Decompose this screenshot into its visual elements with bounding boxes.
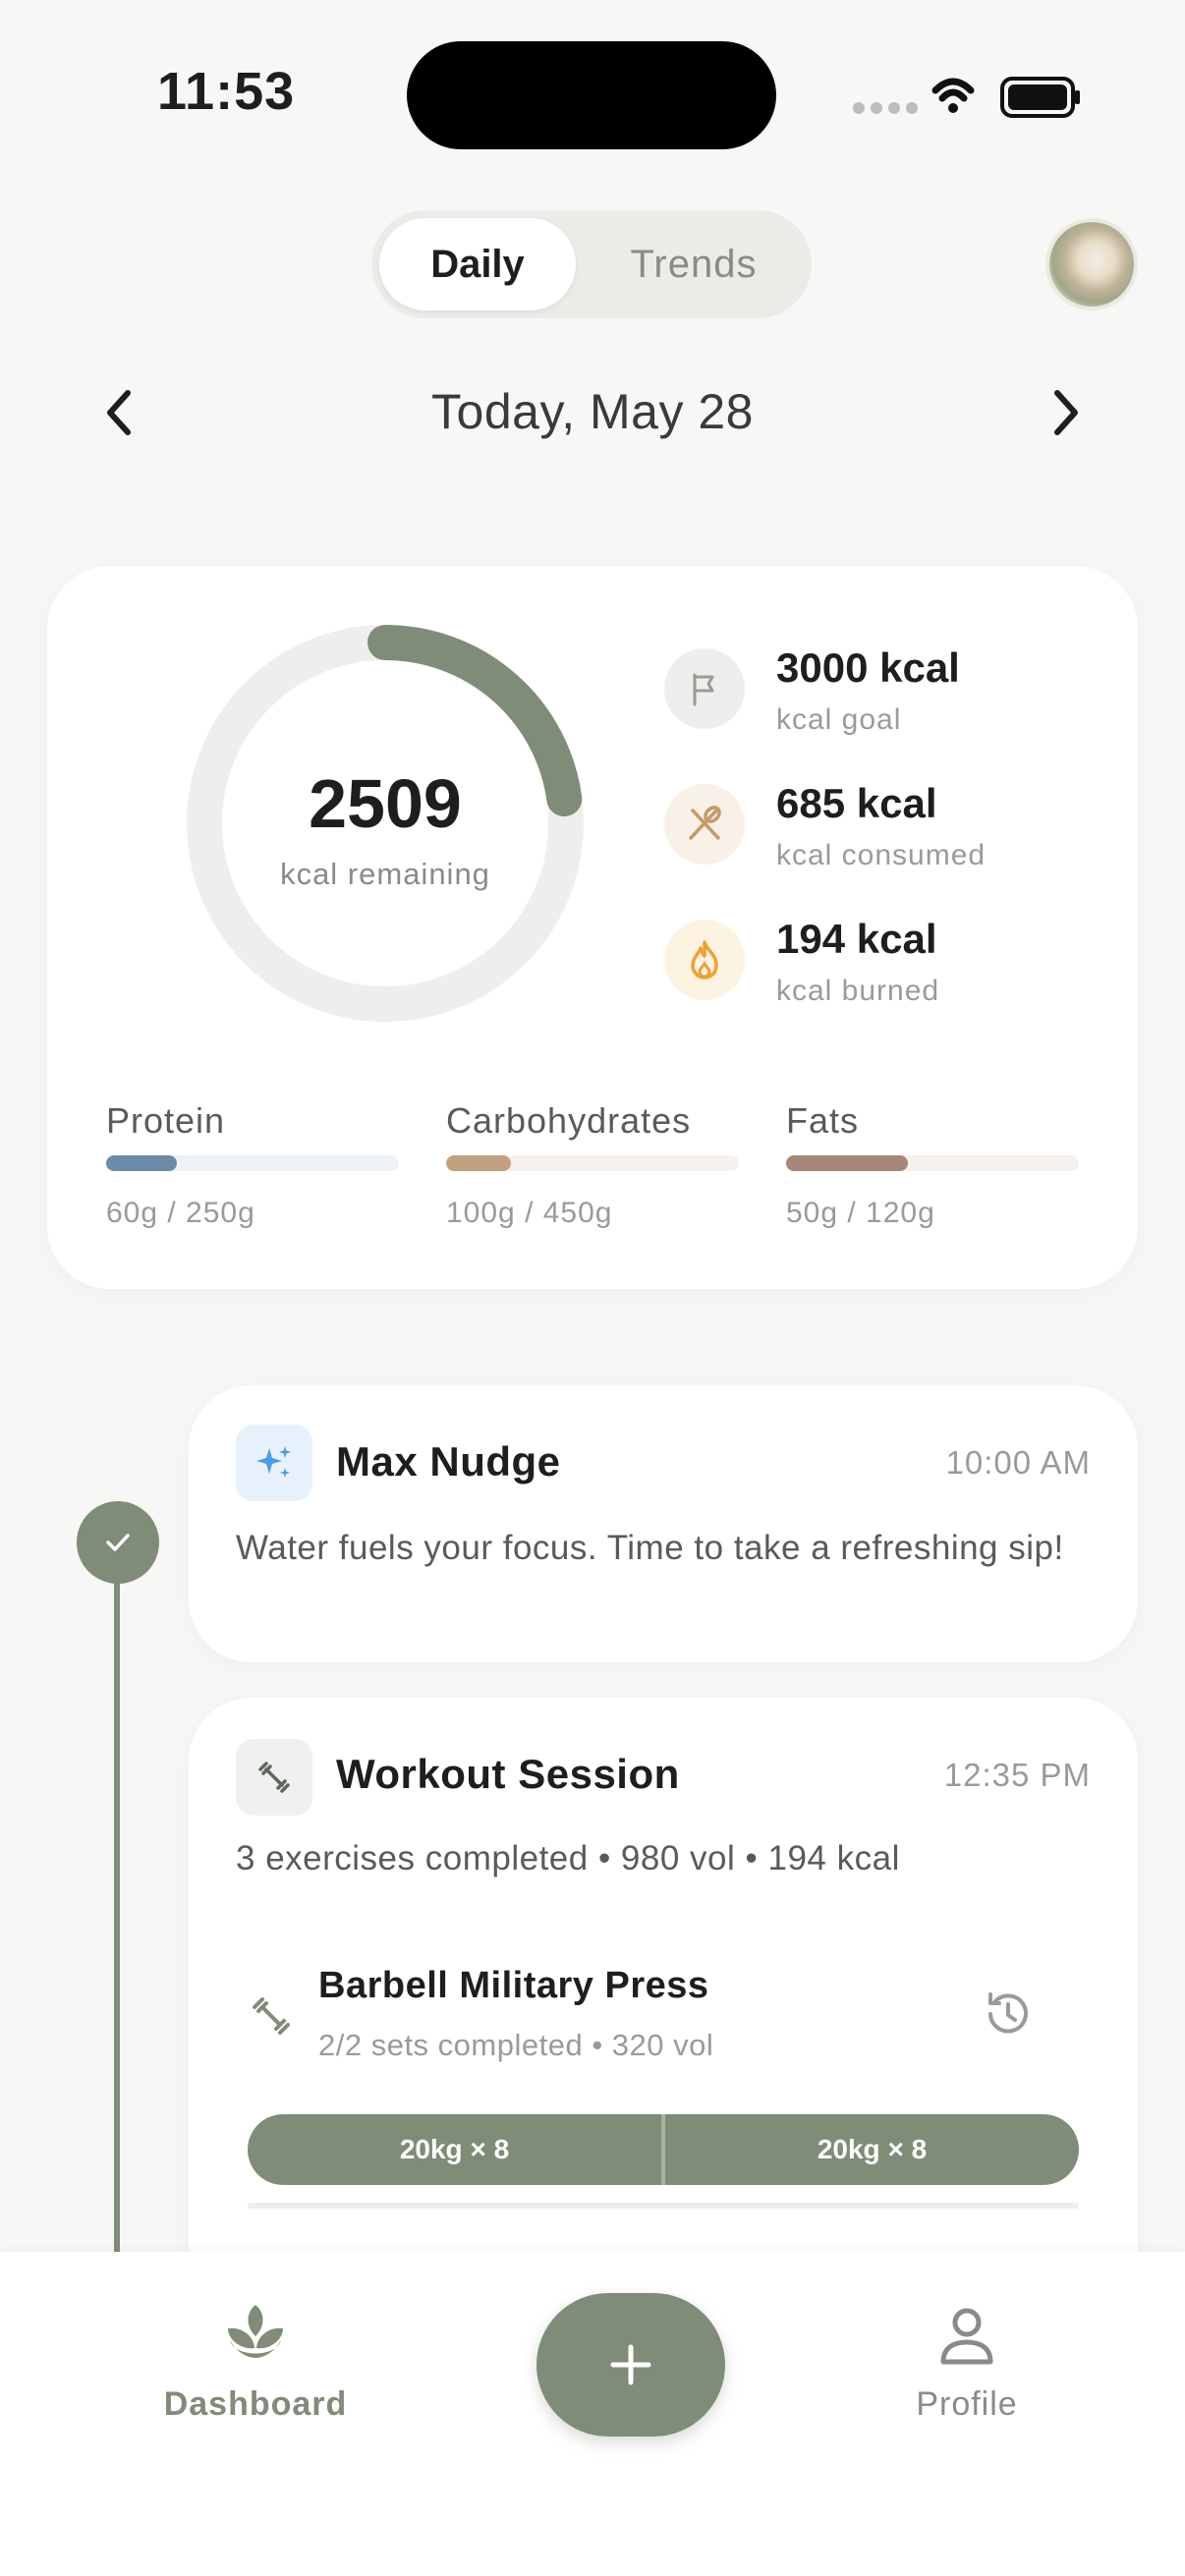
previous-day-button[interactable] (94, 383, 141, 442)
set-chip[interactable]: 20kg × 8 (248, 2114, 661, 2185)
person-icon[interactable] (931, 2301, 1002, 2372)
status-icons (847, 69, 1083, 124)
next-day-button[interactable] (1044, 383, 1091, 442)
add-button[interactable] (536, 2293, 725, 2436)
consumed-value: 685 kcal (776, 780, 937, 826)
macro-carbs-fill (446, 1155, 512, 1171)
macro-carbs-name: Carbohydrates (446, 1100, 692, 1141)
dumbbell-icon (236, 1739, 312, 1816)
signal-icon (853, 102, 918, 114)
kcal-remaining-label: kcal remaining (280, 857, 490, 891)
status-time: 11:53 (157, 62, 296, 121)
burned-value: 194 kcal (776, 916, 937, 962)
burned-label: kcal burned (776, 975, 940, 1007)
nav-dashboard[interactable]: Dashboard (157, 2385, 354, 2424)
divider (248, 2203, 1079, 2209)
sparkle-icon (236, 1425, 312, 1501)
chevron-right-icon (1054, 390, 1078, 435)
consumed-label: kcal consumed (776, 839, 987, 871)
nav-profile[interactable]: Profile (869, 2385, 1065, 2424)
macro-protein-track (106, 1155, 399, 1171)
tab-daily[interactable]: Daily (379, 218, 576, 310)
dumbbell-icon (240, 1985, 303, 2047)
timeline-check-icon (77, 1501, 159, 1584)
dynamic-island (407, 41, 776, 149)
date-title: Today, May 28 (431, 384, 754, 439)
kcal-remaining-value: 2509 (309, 765, 462, 842)
goal-label: kcal goal (776, 703, 902, 736)
macro-protein-value: 60g / 250g (106, 1197, 255, 1229)
exercise-title[interactable]: Barbell Military Press (318, 1965, 709, 2007)
nudge-title: Max Nudge (336, 1438, 561, 1484)
macro-carbs-track (446, 1155, 739, 1171)
macro-protein-fill (106, 1155, 177, 1171)
macro-protein-name: Protein (106, 1100, 226, 1141)
workout-time: 12:35 PM (943, 1757, 1091, 1793)
wifi-icon (931, 78, 975, 113)
exercise-subtitle: 2/2 sets completed • 320 vol (318, 2028, 714, 2062)
tab-trends[interactable]: Trends (590, 218, 798, 310)
history-icon[interactable] (979, 1985, 1038, 2044)
chevron-left-icon (107, 390, 131, 435)
macro-fats-value: 50g / 120g (786, 1197, 935, 1229)
workout-summary: 3 exercises completed • 980 vol • 194 kc… (236, 1839, 900, 1877)
plus-icon (610, 2344, 651, 2385)
battery-icon (1000, 77, 1080, 118)
leaf-icon[interactable] (220, 2301, 291, 2372)
macro-fats-name: Fats (786, 1100, 860, 1141)
goal-value: 3000 kcal (776, 644, 960, 691)
nudge-text: Water fuels your focus. Time to take a r… (236, 1529, 1064, 1567)
avatar[interactable] (1045, 218, 1138, 310)
utensils-icon (664, 784, 745, 865)
flag-icon (664, 648, 745, 729)
nudge-time: 10:00 AM (945, 1444, 1091, 1481)
timeline-line (114, 1572, 120, 2260)
view-toggle: Daily Trends (371, 210, 812, 318)
sets-bar: 20kg × 8 20kg × 8 (248, 2114, 1079, 2185)
workout-title: Workout Session (336, 1751, 680, 1797)
flame-icon (664, 920, 745, 1000)
macro-carbs-value: 100g / 450g (446, 1197, 613, 1229)
macro-fats-track (786, 1155, 1079, 1171)
macro-fats-fill (786, 1155, 909, 1171)
set-chip[interactable]: 20kg × 8 (665, 2114, 1079, 2185)
